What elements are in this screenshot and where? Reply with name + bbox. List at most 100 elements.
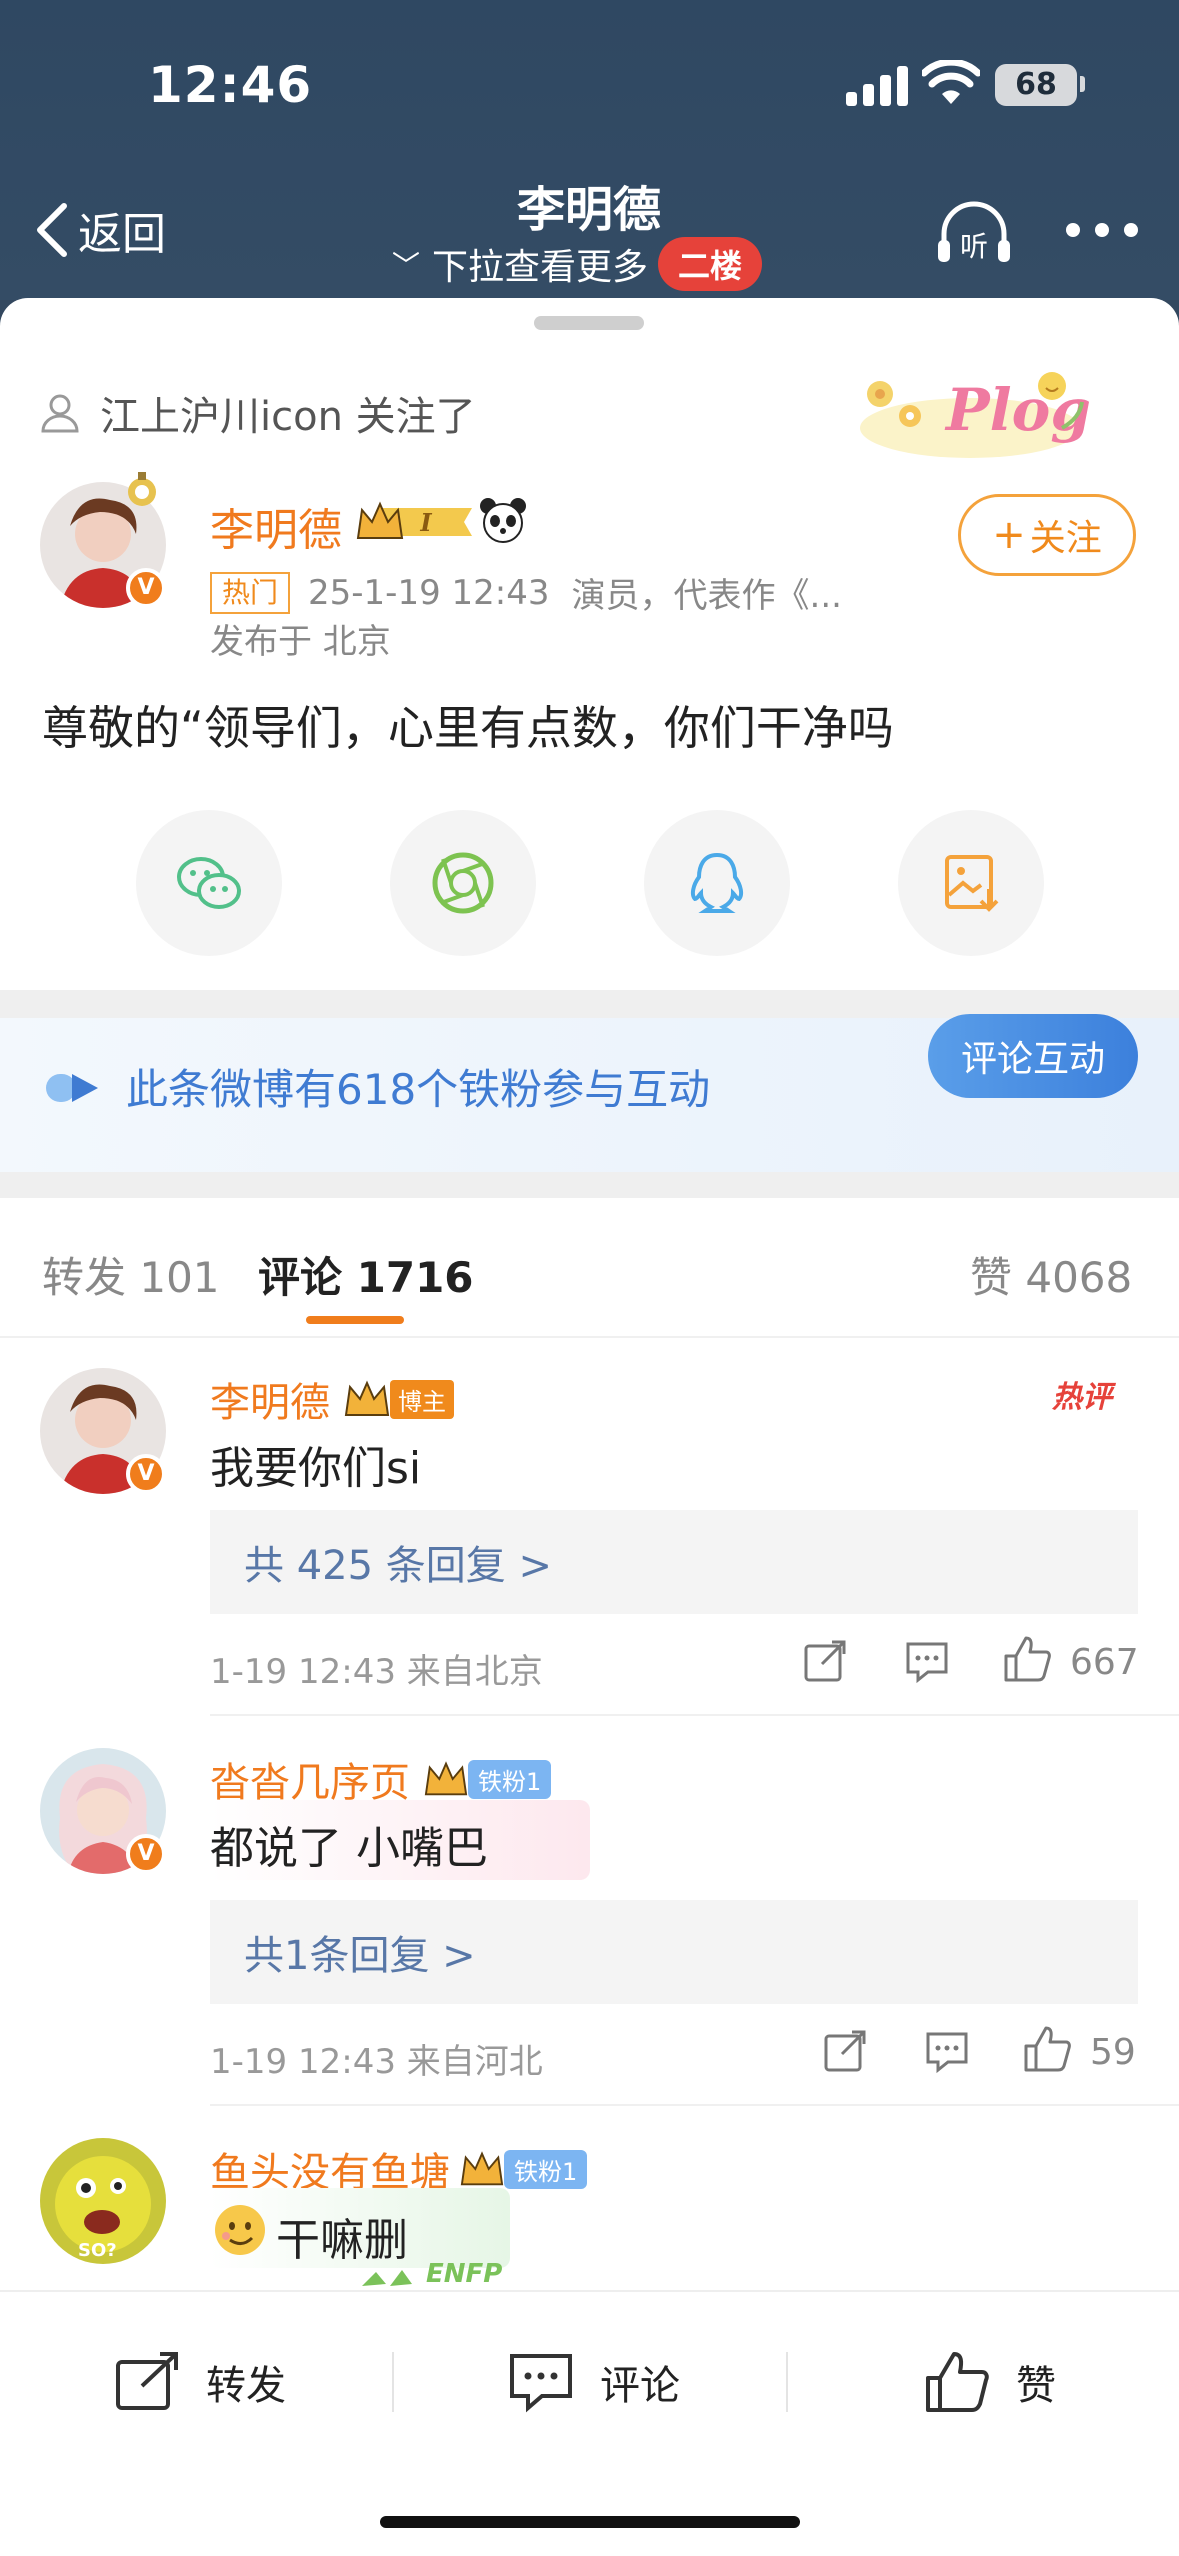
save-image-icon bbox=[945, 855, 999, 912]
fan-banner-text: 此条微博有618个铁粉参与互动 bbox=[126, 1065, 711, 1114]
verified-badge-icon: V bbox=[126, 1834, 166, 1874]
page-title: 李明德 bbox=[516, 182, 661, 238]
plog-sticker: Plog bbox=[860, 372, 1090, 458]
more-options-button[interactable] bbox=[1066, 218, 1138, 242]
follow-button[interactable]: + 关注 bbox=[958, 494, 1136, 576]
comment-header: 李明德 博主 bbox=[210, 1370, 454, 1428]
bottom-repost-button[interactable]: 转发 bbox=[112, 2350, 286, 2414]
bottom-comment-label: 评论 bbox=[600, 2363, 680, 2409]
bottom-divider bbox=[392, 2352, 394, 2412]
comment-avatar: SO? bbox=[40, 2138, 166, 2264]
post-time: 25-1-19 12:43 bbox=[308, 572, 550, 613]
enfp-sticker: ENFP bbox=[362, 2259, 502, 2289]
crown-icon bbox=[344, 1380, 390, 1416]
comment-interact-button[interactable]: 评论互动 bbox=[928, 1014, 1138, 1098]
crown-icon bbox=[460, 2151, 504, 2186]
wechat-icon bbox=[177, 857, 241, 909]
qq-icon bbox=[690, 852, 744, 913]
post-meta: 热门 25-1-19 12:43 演员，代表作《... bbox=[210, 568, 842, 617]
hot-comment-label: 热评 bbox=[1052, 1380, 1112, 1415]
iron-fan-tag: 铁粉1 bbox=[468, 1759, 552, 1799]
post-text: 尊敬的“领导们，心里有点数，你们干净吗 bbox=[42, 701, 894, 755]
comment-avatar-wrap[interactable]: V bbox=[40, 1748, 170, 1878]
sheet-handle[interactable] bbox=[534, 316, 644, 330]
panda-icon bbox=[480, 498, 526, 543]
share-wechat-button[interactable] bbox=[136, 810, 282, 956]
active-tab-underline bbox=[306, 1316, 404, 1324]
comment-text: 都说了 小嘴巴 bbox=[210, 1823, 488, 1874]
share-qq-button[interactable] bbox=[644, 810, 790, 956]
like-count: 59 bbox=[1090, 2032, 1136, 2073]
second-floor-badge[interactable]: 二楼 bbox=[658, 237, 763, 291]
like-count: 667 bbox=[1070, 1642, 1139, 1683]
follow-note-text: 江上沪川icon 关注了 bbox=[100, 394, 476, 440]
verified-badge-icon: V bbox=[126, 568, 166, 608]
status-time: 12:46 bbox=[148, 56, 313, 114]
replies-link[interactable]: 共1条回复 > bbox=[210, 1900, 1138, 2004]
battery-cap bbox=[1080, 76, 1085, 92]
post-location: 发布于 北京 bbox=[210, 622, 391, 662]
sticker-text: ENFP bbox=[426, 2259, 502, 2289]
follow-note: 江上沪川icon 关注了 bbox=[38, 384, 476, 442]
repost-icon[interactable] bbox=[822, 2028, 868, 2074]
chevron-left-icon bbox=[37, 203, 67, 257]
chevron-down-icon: ﹀ bbox=[392, 249, 421, 282]
comment-icon[interactable] bbox=[924, 2028, 970, 2074]
follow-button-label: 关注 bbox=[1029, 518, 1102, 559]
comment-author-name[interactable]: 李明德 bbox=[210, 1370, 330, 1428]
bottom-like-button[interactable]: 赞 bbox=[922, 2350, 1056, 2414]
save-image-button[interactable] bbox=[898, 810, 1044, 956]
pull-down-more[interactable]: ﹀ 下拉查看更多 二楼 bbox=[392, 236, 763, 292]
comment-avatar-wrap[interactable]: SO? bbox=[40, 2138, 170, 2268]
tab-likes[interactable]: 赞 4068 bbox=[970, 1244, 1132, 1305]
tabs-divider bbox=[0, 1336, 1179, 1338]
listen-headphone-icon[interactable]: 听 bbox=[936, 200, 1012, 264]
author-name[interactable]: 李明德 bbox=[210, 494, 342, 558]
comment-meta: 1-19 12:43 来自河北 bbox=[210, 2042, 543, 2082]
fan-interaction-icon bbox=[46, 1074, 98, 1102]
crown-icon bbox=[424, 1761, 468, 1796]
svg-text:SO?: SO? bbox=[78, 2240, 117, 2261]
comment-divider bbox=[210, 1714, 1179, 1716]
verified-badge-icon: V bbox=[126, 1454, 166, 1494]
smirk-emoji-icon bbox=[215, 2205, 265, 2255]
comment-meta: 1-19 12:43 来自北京 bbox=[210, 1652, 543, 1692]
section-divider-2 bbox=[0, 1172, 1179, 1198]
bottom-comment-button[interactable]: 评论 bbox=[506, 2350, 680, 2414]
back-label: 返回 bbox=[78, 209, 166, 260]
svg-text:Plog: Plog bbox=[944, 376, 1090, 444]
user-icon bbox=[41, 394, 79, 433]
tab-comments[interactable]: 评论 1716 bbox=[258, 1244, 474, 1305]
comment-avatar-wrap[interactable]: V bbox=[40, 1368, 170, 1498]
like-icon[interactable] bbox=[1002, 1634, 1052, 1684]
cell-signal-icon bbox=[846, 64, 908, 106]
wifi-icon bbox=[922, 60, 980, 104]
bottom-repost-label: 转发 bbox=[206, 2363, 286, 2409]
replies-link[interactable]: 共 425 条回复 > bbox=[210, 1510, 1138, 1614]
moments-icon bbox=[432, 852, 494, 914]
repost-icon[interactable] bbox=[802, 1638, 848, 1684]
back-button[interactable]: 返回 bbox=[34, 200, 166, 260]
crown-level-badge-icon: I bbox=[356, 501, 472, 539]
plus-icon: + bbox=[992, 512, 1026, 558]
author-bio: 演员，代表作《... bbox=[571, 576, 842, 616]
tab-repost[interactable]: 转发 101 bbox=[42, 1244, 220, 1305]
author-avatar-wrap[interactable]: V bbox=[40, 472, 170, 612]
home-indicator[interactable] bbox=[380, 2516, 800, 2528]
bottom-like-label: 赞 bbox=[1016, 2363, 1056, 2409]
listen-label: 听 bbox=[960, 230, 988, 263]
comment-divider bbox=[210, 2104, 1179, 2106]
comment-text: 我要你们si bbox=[210, 1443, 422, 1494]
blogger-tag: 博主 bbox=[390, 1379, 454, 1419]
hot-tag: 热门 bbox=[210, 571, 291, 614]
like-icon bbox=[926, 2352, 989, 2412]
share-moments-button[interactable] bbox=[390, 810, 536, 956]
battery-indicator: 68 bbox=[995, 64, 1077, 106]
like-icon[interactable] bbox=[1022, 2024, 1072, 2074]
iron-fan-tag: 铁粉1 bbox=[504, 2149, 588, 2189]
pull-down-label: 下拉查看更多 bbox=[432, 247, 649, 288]
comment-icon[interactable] bbox=[904, 1638, 950, 1684]
comment-icon bbox=[510, 2354, 572, 2413]
repost-icon bbox=[116, 2352, 178, 2410]
level-badge-text: I bbox=[419, 508, 432, 537]
